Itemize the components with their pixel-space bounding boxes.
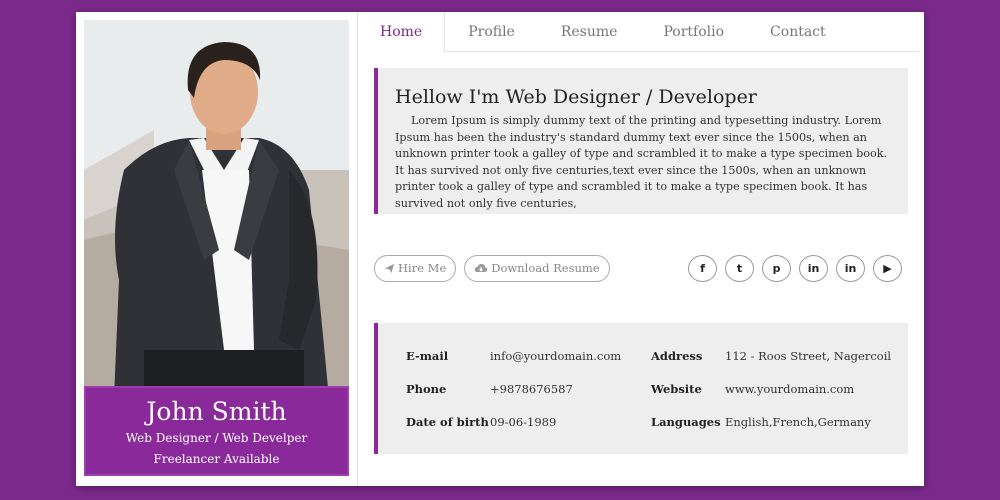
info-row: E-mail info@yourdomain.com Address 112 -… xyxy=(378,349,908,369)
email-label: E-mail xyxy=(406,349,449,363)
profile-photo-illustration xyxy=(84,20,349,398)
youtube-icon[interactable]: ▶ xyxy=(873,255,902,282)
tab-resume[interactable]: Resume xyxy=(538,12,641,52)
dob-value: 09-06-1989 xyxy=(490,415,557,429)
twitter-icon[interactable]: t xyxy=(725,255,754,282)
linkedin-icon[interactable]: in xyxy=(799,255,828,282)
pinterest-icon[interactable]: p xyxy=(762,255,791,282)
profile-availability: Freelancer Available xyxy=(153,452,280,466)
tab-profile[interactable]: Profile xyxy=(445,12,538,52)
email-value: info@yourdomain.com xyxy=(490,349,622,363)
paper-plane-icon xyxy=(384,263,395,274)
intro-panel: Hellow I'm Web Designer / Developer Lore… xyxy=(374,68,908,214)
info-row: Date of birth 09-06-1989 Languages Engli… xyxy=(378,415,908,435)
profile-column: John Smith Web Designer / Web Develper F… xyxy=(76,12,358,486)
social-links: f t p in in ▶ xyxy=(688,255,902,282)
intro-text: Lorem Ipsum is simply dummy text of the … xyxy=(395,114,888,210)
hire-me-button[interactable]: Hire Me xyxy=(374,255,457,282)
dob-label: Date of birth xyxy=(406,415,489,429)
download-resume-button[interactable]: Download Resume xyxy=(464,255,610,282)
phone-value: +9878676587 xyxy=(490,382,573,396)
phone-label: Phone xyxy=(406,382,447,396)
hire-me-label: Hire Me xyxy=(398,261,447,275)
content-column: Home Profile Resume Portfolio Contact He… xyxy=(358,12,924,486)
address-value: 112 - Roos Street, Nagercoil xyxy=(725,349,892,363)
action-buttons: Hire Me Download Resume xyxy=(374,255,610,282)
languages-label: Languages xyxy=(651,415,721,429)
profile-namebox: John Smith Web Designer / Web Develper F… xyxy=(84,386,349,476)
nav-tabs: Home Profile Resume Portfolio Contact xyxy=(358,12,920,53)
cloud-download-icon xyxy=(475,264,488,272)
download-resume-label: Download Resume xyxy=(491,261,600,275)
profile-name: John Smith xyxy=(146,397,287,426)
linkedin-icon[interactable]: in xyxy=(836,255,865,282)
info-row: Phone +9878676587 Website www.yourdomain… xyxy=(378,382,908,402)
tab-portfolio[interactable]: Portfolio xyxy=(640,12,747,52)
facebook-icon[interactable]: f xyxy=(688,255,717,282)
tab-contact[interactable]: Contact xyxy=(747,12,849,52)
resume-card: John Smith Web Designer / Web Develper F… xyxy=(76,12,924,486)
contact-info-panel: E-mail info@yourdomain.com Address 112 -… xyxy=(374,323,908,454)
profile-role: Web Designer / Web Develper xyxy=(125,431,308,445)
website-value: www.yourdomain.com xyxy=(725,382,855,396)
profile-photo xyxy=(84,20,349,398)
tab-home[interactable]: Home xyxy=(358,12,446,53)
intro-heading: Hellow I'm Web Designer / Developer xyxy=(395,86,757,108)
website-label: Website xyxy=(651,382,702,396)
languages-value: English,French,Germany xyxy=(725,415,871,429)
address-label: Address xyxy=(651,349,703,363)
